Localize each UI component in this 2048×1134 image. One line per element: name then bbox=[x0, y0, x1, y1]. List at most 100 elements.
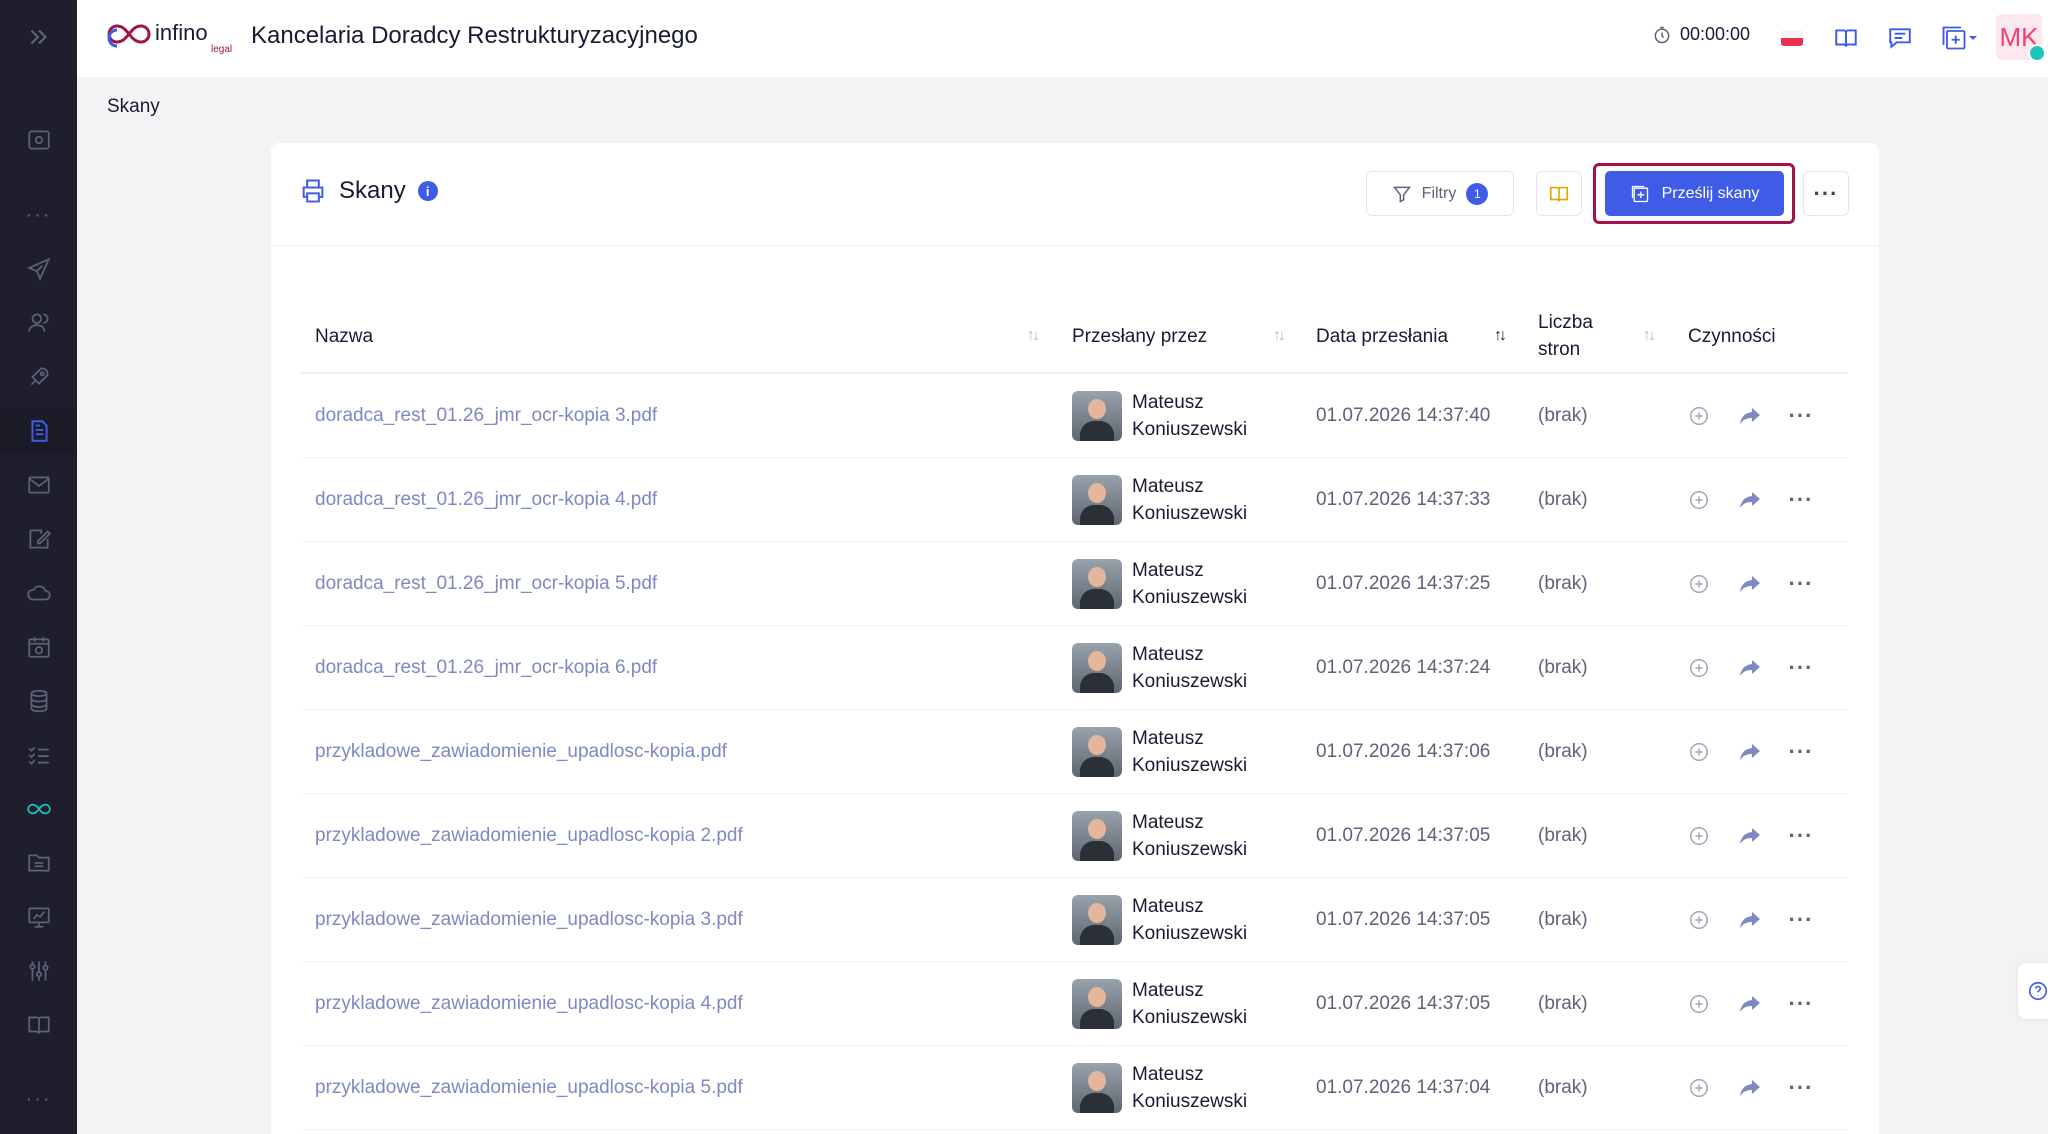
user-name[interactable]: Mateusz Koniuszewski bbox=[1132, 893, 1247, 947]
add-action-button[interactable] bbox=[1682, 1071, 1716, 1105]
add-action-button[interactable] bbox=[1682, 735, 1716, 769]
row-more-button[interactable]: ··· bbox=[1784, 735, 1818, 769]
database-icon[interactable] bbox=[0, 678, 77, 724]
user-name[interactable]: Mateusz Koniuszewski bbox=[1132, 641, 1247, 695]
sort-page-count-icon[interactable]: ↑↓ bbox=[1643, 298, 1656, 374]
user-name[interactable]: Mateusz Koniuszewski bbox=[1132, 725, 1247, 779]
share-action-button[interactable] bbox=[1733, 819, 1767, 853]
share-action-button[interactable] bbox=[1733, 987, 1767, 1021]
more-options-button[interactable]: ··· bbox=[1803, 171, 1849, 216]
file-name-link[interactable]: przykladowe_zawiadomienie_upadlosc-kopia… bbox=[315, 825, 743, 847]
col-name-header[interactable]: Nazwa bbox=[315, 298, 373, 374]
work-timer[interactable]: 00:00:00 bbox=[1652, 24, 1750, 45]
table-row[interactable]: doradca_rest_01.26_jmr_ocr-kopia 5.pdf M… bbox=[301, 542, 1848, 626]
user-name[interactable]: Mateusz Koniuszewski bbox=[1132, 473, 1247, 527]
col-upload-date-header[interactable]: Data przesłania bbox=[1316, 298, 1448, 374]
share-action-button[interactable] bbox=[1733, 903, 1767, 937]
add-action-button[interactable] bbox=[1682, 567, 1716, 601]
file-name-link[interactable]: doradca_rest_01.26_jmr_ocr-kopia 3.pdf bbox=[315, 405, 657, 427]
file-name-link[interactable]: przykladowe_zawiadomienie_upadlosc-kopia… bbox=[315, 909, 743, 931]
avatar[interactable] bbox=[1072, 559, 1122, 609]
avatar[interactable] bbox=[1072, 1063, 1122, 1113]
share-action-button[interactable] bbox=[1733, 735, 1767, 769]
row-more-button[interactable]: ··· bbox=[1784, 1071, 1818, 1105]
dashboard-icon[interactable] bbox=[0, 117, 77, 163]
share-action-button[interactable] bbox=[1733, 567, 1767, 601]
rocket-icon[interactable] bbox=[0, 354, 77, 400]
row-more-button[interactable]: ··· bbox=[1784, 987, 1818, 1021]
table-row[interactable]: przykladowe_zawiadomienie_upadlosc-kopia… bbox=[301, 710, 1848, 794]
book-icon[interactable] bbox=[0, 1002, 77, 1048]
folder-icon[interactable] bbox=[0, 840, 77, 886]
row-more-button[interactable]: ··· bbox=[1784, 903, 1818, 937]
add-action-button[interactable] bbox=[1682, 651, 1716, 685]
file-name-link[interactable]: doradca_rest_01.26_jmr_ocr-kopia 5.pdf bbox=[315, 573, 657, 595]
file-name-link[interactable]: doradca_rest_01.26_jmr_ocr-kopia 4.pdf bbox=[315, 489, 657, 511]
expand-sidebar-icon[interactable] bbox=[0, 14, 77, 60]
share-action-button[interactable] bbox=[1733, 1071, 1767, 1105]
add-action-button[interactable] bbox=[1682, 903, 1716, 937]
table-row[interactable]: doradca_rest_01.26_jmr_ocr-kopia 6.pdf M… bbox=[301, 626, 1848, 710]
mail-icon[interactable] bbox=[0, 462, 77, 508]
cloud-icon[interactable] bbox=[0, 570, 77, 616]
guide-book-button[interactable] bbox=[1536, 171, 1582, 216]
table-row[interactable]: przykladowe_zawiadomienie_upadlosc-kopia… bbox=[301, 962, 1848, 1046]
file-name-link[interactable]: przykladowe_zawiadomienie_upadlosc-kopia… bbox=[315, 741, 727, 763]
add-action-button[interactable] bbox=[1682, 483, 1716, 517]
calendar-icon[interactable] bbox=[0, 624, 77, 670]
sort-uploaded-by-icon[interactable]: ↑↓ bbox=[1273, 298, 1286, 374]
book-icon[interactable] bbox=[1828, 20, 1864, 56]
sort-name-icon[interactable]: ↑↓ bbox=[1027, 298, 1040, 374]
documents-icon[interactable] bbox=[0, 408, 77, 454]
infino-legal-logo[interactable]: infino legal bbox=[107, 14, 241, 56]
add-new-dropdown-icon[interactable] bbox=[1936, 20, 1982, 56]
avatar[interactable] bbox=[1072, 979, 1122, 1029]
user-name[interactable]: Mateusz Koniuszewski bbox=[1132, 809, 1247, 863]
file-name-link[interactable]: przykladowe_zawiadomienie_upadlosc-kopia… bbox=[315, 1077, 743, 1099]
presentation-chart-icon[interactable] bbox=[0, 894, 77, 940]
row-more-button[interactable]: ··· bbox=[1784, 567, 1818, 601]
share-action-button[interactable] bbox=[1733, 483, 1767, 517]
row-more-button[interactable]: ··· bbox=[1784, 483, 1818, 517]
user-name[interactable]: Mateusz Koniuszewski bbox=[1132, 1061, 1247, 1115]
share-action-button[interactable] bbox=[1733, 651, 1767, 685]
table-row[interactable]: doradca_rest_01.26_jmr_ocr-kopia 3.pdf M… bbox=[301, 374, 1848, 458]
file-name-link[interactable]: przykladowe_zawiadomienie_upadlosc-kopia… bbox=[315, 993, 743, 1015]
chat-icon[interactable] bbox=[1882, 20, 1918, 56]
col-uploaded-by-header[interactable]: Przesłany przez bbox=[1072, 298, 1207, 374]
info-icon[interactable]: i bbox=[417, 181, 438, 201]
sort-upload-date-icon[interactable]: ↑↓ bbox=[1494, 298, 1507, 374]
tasks-icon[interactable] bbox=[0, 732, 77, 778]
table-row[interactable]: doradca_rest_01.26_jmr_ocr-kopia 4.pdf M… bbox=[301, 458, 1848, 542]
infinity-logo-icon[interactable] bbox=[0, 786, 77, 832]
user-avatar[interactable]: MK bbox=[1996, 14, 2046, 62]
edit-icon[interactable] bbox=[0, 516, 77, 562]
add-action-button[interactable] bbox=[1682, 987, 1716, 1021]
row-more-button[interactable]: ··· bbox=[1784, 819, 1818, 853]
user-name[interactable]: Mateusz Koniuszewski bbox=[1132, 977, 1247, 1031]
send-icon[interactable] bbox=[0, 246, 77, 292]
col-page-count-header[interactable]: Liczba stron bbox=[1538, 298, 1593, 374]
help-tab[interactable] bbox=[2018, 963, 2048, 1019]
filters-button[interactable]: Filtry 1 bbox=[1366, 171, 1514, 216]
table-row[interactable]: przykladowe_zawiadomienie_upadlosc-kopia… bbox=[301, 878, 1848, 962]
avatar[interactable] bbox=[1072, 475, 1122, 525]
row-more-button[interactable]: ··· bbox=[1784, 399, 1818, 433]
avatar[interactable] bbox=[1072, 895, 1122, 945]
settings-sliders-icon[interactable] bbox=[0, 948, 77, 994]
share-action-button[interactable] bbox=[1733, 399, 1767, 433]
users-icon[interactable] bbox=[0, 300, 77, 346]
table-row[interactable]: przykladowe_zawiadomienie_upadlosc-kopia… bbox=[301, 1046, 1848, 1130]
row-more-button[interactable]: ··· bbox=[1784, 651, 1818, 685]
add-action-button[interactable] bbox=[1682, 819, 1716, 853]
avatar[interactable] bbox=[1072, 391, 1122, 441]
language-flag-icon[interactable] bbox=[1774, 20, 1810, 56]
add-action-button[interactable] bbox=[1682, 399, 1716, 433]
user-name[interactable]: Mateusz Koniuszewski bbox=[1132, 557, 1247, 611]
file-name-link[interactable]: doradca_rest_01.26_jmr_ocr-kopia 6.pdf bbox=[315, 657, 657, 679]
avatar[interactable] bbox=[1072, 643, 1122, 693]
upload-scans-button[interactable]: Prześlij skany bbox=[1605, 171, 1784, 216]
user-name[interactable]: Mateusz Koniuszewski bbox=[1132, 389, 1247, 443]
avatar[interactable] bbox=[1072, 811, 1122, 861]
table-row[interactable]: przykladowe_zawiadomienie_upadlosc-kopia… bbox=[301, 794, 1848, 878]
